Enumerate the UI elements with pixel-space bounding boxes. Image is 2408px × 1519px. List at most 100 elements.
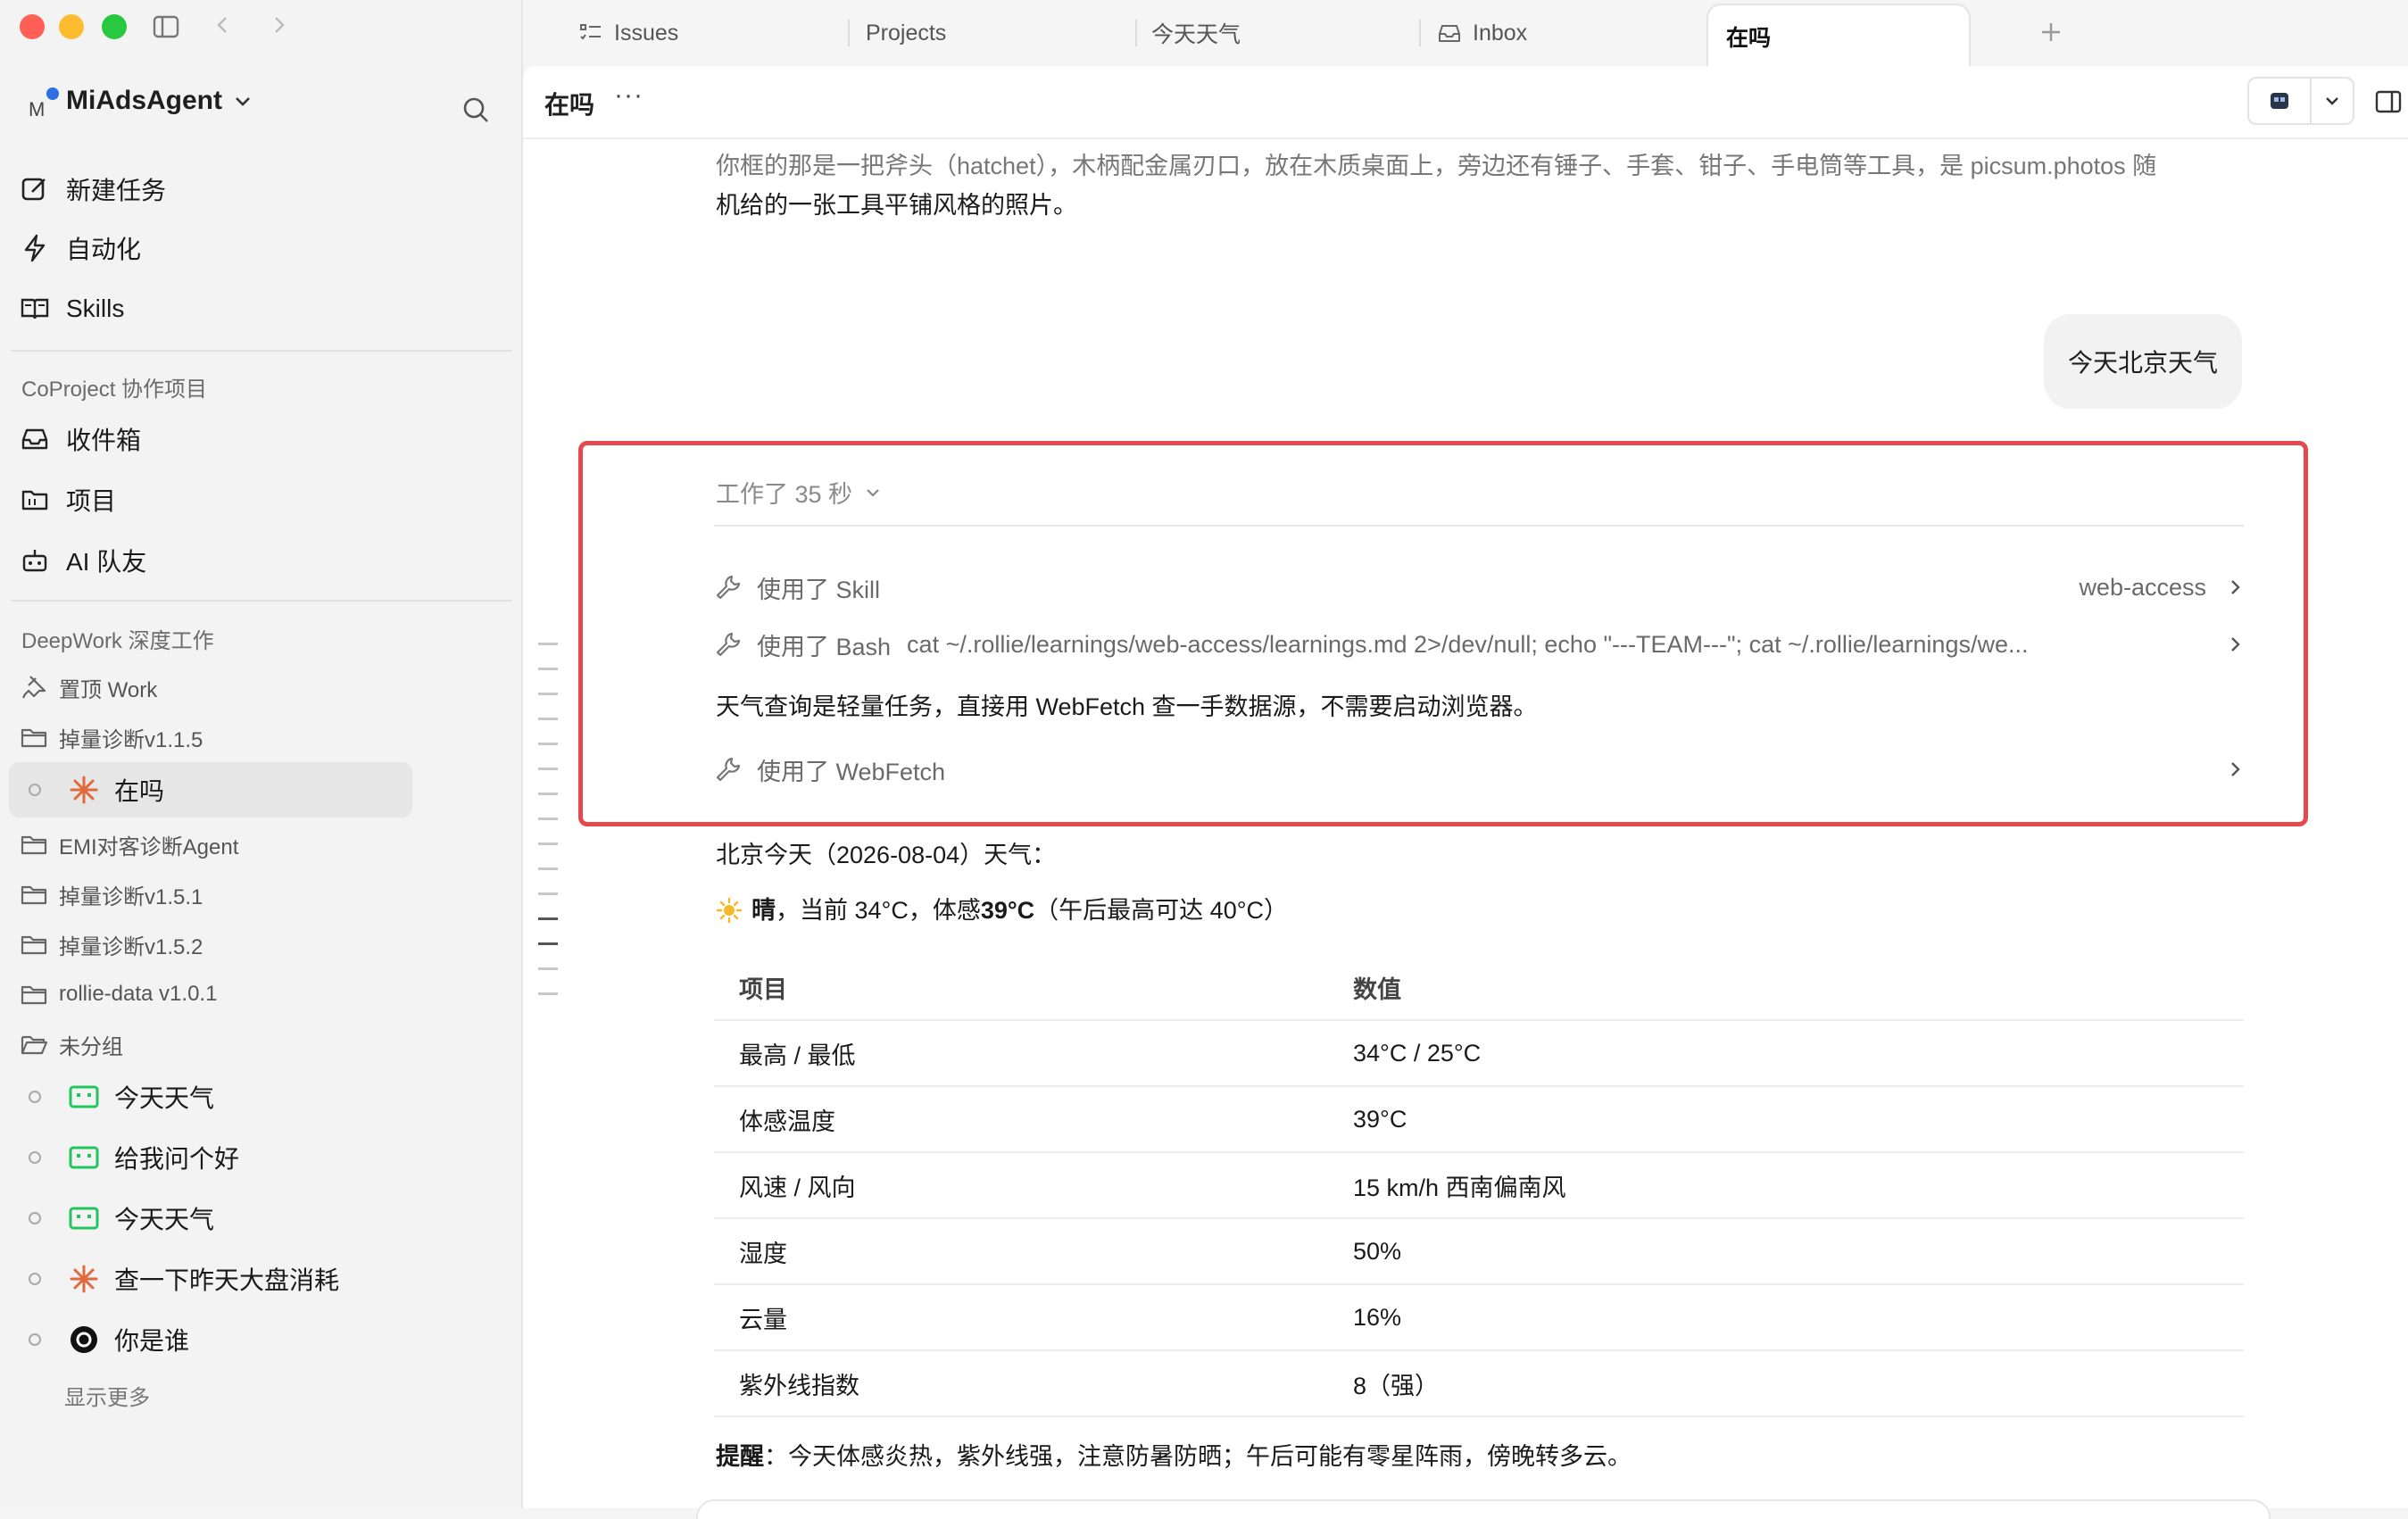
scroll-mark[interactable] [538, 643, 558, 645]
folder-item[interactable]: 掉量诊断v1.5.2 [20, 925, 203, 964]
close-window-button[interactable] [20, 14, 45, 39]
task-status-dot [29, 1212, 41, 1224]
sidebar-toggle-icon[interactable] [152, 12, 180, 41]
tab-projects[interactable]: Projects [866, 0, 946, 66]
nav-new-task[interactable]: 新建任务 [20, 164, 166, 214]
back-arrow-icon[interactable] [211, 12, 236, 37]
tool-call-webfetch[interactable]: 使用了 WebFetch [714, 748, 2246, 791]
wrench-icon [716, 632, 741, 657]
tab-inbox-label: Inbox [1473, 20, 1528, 46]
chevron-right-icon [2231, 580, 2240, 594]
divider [714, 525, 2244, 527]
scroll-mark-active[interactable] [538, 917, 558, 920]
task-item[interactable]: 今天天气 [9, 1069, 412, 1125]
scroll-mark[interactable] [538, 793, 558, 795]
table-cell: 湿度 [714, 1218, 1328, 1285]
coproject-section-title: CoProject 协作项目 [21, 378, 208, 402]
tool-call-bash[interactable]: 使用了 Bash cat ~/.rollie/learnings/web-acc… [714, 623, 2246, 666]
search-icon[interactable] [461, 95, 491, 125]
table-row: 风速 / 风向 15 km/h 西南偏南风 [714, 1152, 2244, 1219]
task-item[interactable]: 你是谁 [9, 1312, 412, 1367]
scroll-mark[interactable] [538, 718, 558, 720]
nav-ai-teammates-label: AI 队友 [66, 548, 147, 576]
message-composer[interactable] [696, 1499, 2271, 1519]
model-picker-button[interactable] [2247, 77, 2354, 125]
task-item[interactable]: 查一下昨天大盘消耗 [9, 1251, 412, 1307]
folder-label: 掉量诊断v1.1.5 [59, 727, 203, 752]
worked-duration-toggle[interactable]: 工作了 35 秒 [716, 475, 883, 510]
folder-item[interactable]: rollie-data v1.0.1 [20, 975, 217, 1014]
wrench-icon [716, 757, 741, 782]
task-label: 你是谁 [114, 1327, 190, 1355]
robot-icon [22, 550, 47, 572]
conversation-header: 在吗 ··· [523, 66, 2408, 139]
scroll-mark[interactable] [538, 768, 558, 770]
nav-automation[interactable]: 自动化 [20, 223, 141, 273]
table-cell: 风速 / 风向 [714, 1152, 1328, 1219]
weather-high-note: （午后最高可达 40°C） [1034, 897, 1289, 924]
task-label: 今天天气 [114, 1206, 215, 1233]
nav-inbox-label: 收件箱 [66, 427, 142, 454]
tab-issues[interactable]: Issues [578, 0, 678, 66]
nav-projects[interactable]: 项目 [20, 475, 116, 525]
user-message-bubble: 今天北京天气 [2044, 314, 2242, 409]
tab-separator [848, 20, 850, 46]
task-item-active[interactable]: 在吗 [9, 762, 412, 818]
tab-weather-label: 今天天气 [1151, 22, 1241, 47]
folder-item[interactable]: 掉量诊断v1.1.5 [20, 718, 203, 757]
nav-skills[interactable]: Skills [20, 284, 124, 334]
task-item[interactable]: 给我问个好 [9, 1130, 412, 1185]
scroll-mark[interactable] [538, 743, 558, 745]
task-label: 给我问个好 [114, 1145, 240, 1173]
scroll-mark-active[interactable] [538, 942, 558, 945]
assistant-reasoning: 天气查询是轻量任务，直接用 WebFetch 查一手数据源，不需要启动浏览器。 [716, 693, 1538, 720]
tool-bash-label: 使用了 Bash [757, 633, 892, 660]
folder-item[interactable]: 未分组 [20, 1025, 123, 1064]
zoom-window-button[interactable] [102, 14, 127, 39]
pin-icon [22, 676, 46, 699]
tool-call-skill[interactable]: 使用了 Skill web-access [714, 566, 2246, 609]
pinned-work[interactable]: 置顶 Work [20, 668, 157, 707]
show-more-link[interactable]: 显示更多 [64, 1380, 150, 1411]
tab-inbox[interactable]: Inbox [1437, 0, 1527, 66]
folder-label: rollie-data v1.0.1 [59, 982, 218, 1006]
nav-ai-teammates[interactable]: AI 队友 [20, 535, 146, 585]
forward-arrow-icon[interactable] [266, 12, 291, 37]
scroll-mark[interactable] [538, 992, 558, 995]
scroll-mark[interactable] [538, 867, 558, 870]
minimize-window-button[interactable] [59, 14, 84, 39]
nav-new-task-label: 新建任务 [66, 177, 167, 204]
task-item[interactable]: 今天天气 [9, 1191, 412, 1246]
folder-item[interactable]: EMI对客诊断Agent [20, 825, 238, 864]
task-status-dot [29, 784, 41, 796]
scroll-mark[interactable] [538, 668, 558, 670]
more-options-button[interactable]: ··· [614, 80, 644, 111]
scroll-mark[interactable] [538, 967, 558, 970]
folder-item[interactable]: 掉量诊断v1.5.1 [20, 875, 203, 914]
table-cell: 体感温度 [714, 1086, 1328, 1153]
scroll-mark[interactable] [538, 818, 558, 820]
scroll-mark[interactable] [538, 892, 558, 895]
scroll-mark[interactable] [538, 693, 558, 695]
chat-bubble-icon [68, 1202, 100, 1234]
weather-feels-like: 39°C [980, 897, 1035, 924]
tab-weather[interactable]: 今天天气 [1151, 0, 1241, 66]
right-panel-toggle-icon[interactable] [2374, 87, 2403, 116]
task-label: 查一下昨天大盘消耗 [114, 1266, 340, 1294]
table-cell: 云量 [714, 1284, 1328, 1351]
nav-inbox[interactable]: 收件箱 [20, 414, 141, 464]
sidebar-divider [11, 350, 512, 352]
workspace-switcher[interactable]: M MiAdsAgent [27, 86, 254, 120]
scroll-mark[interactable] [538, 843, 558, 845]
table-cell: 50% [1328, 1218, 2244, 1285]
tab-separator [1135, 20, 1137, 46]
sidebar-divider [11, 600, 512, 602]
tab-active-chat[interactable]: 在吗 [1706, 4, 1971, 68]
table-row: 体感温度 39°C [714, 1086, 2244, 1153]
table-cell: 34°C / 25°C [1328, 1020, 2244, 1087]
task-status-dot [29, 1091, 41, 1103]
chevron-right-icon [2231, 762, 2240, 776]
new-tab-plus-icon[interactable] [2038, 20, 2063, 45]
weather-summary: 晴 ，当前 34°C，体感 39°C （午后最高可达 40°C） [716, 891, 1288, 930]
workspace-avatar: M [27, 86, 59, 120]
